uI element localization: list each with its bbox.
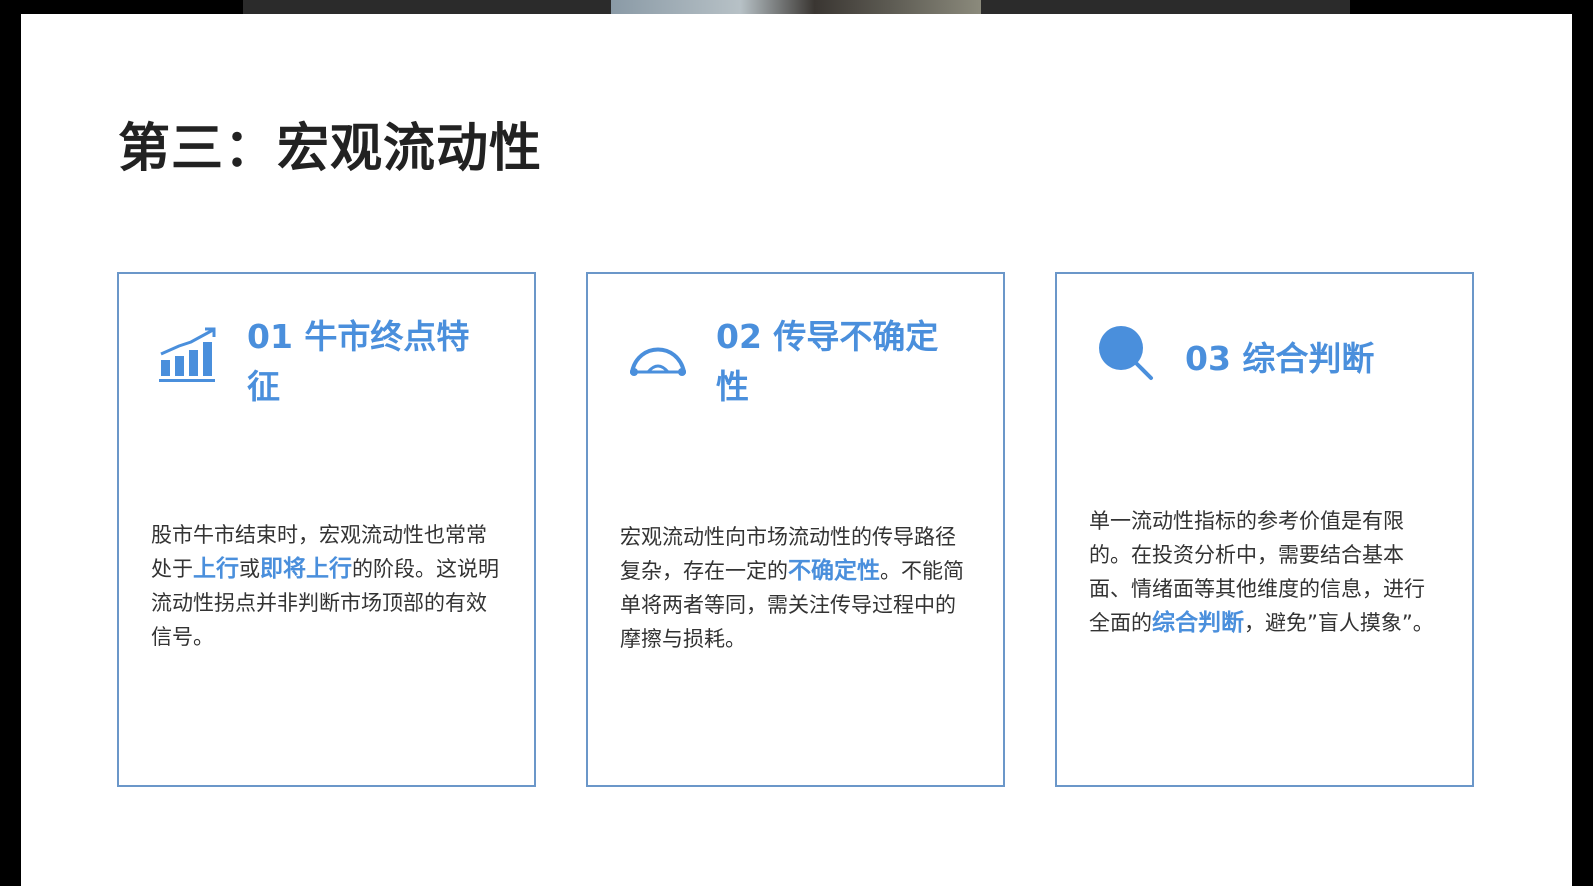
presenter-video-thumbnail[interactable]: [611, 0, 981, 14]
body-text: ，避免”盲人摸象”。: [1244, 611, 1434, 635]
highlight-text: 不确定性: [788, 558, 880, 584]
card-bull-market-end: 01 牛市终点特征 股市牛市结束时，宏观流动性也常常处于上行或即将上行的阶段。这…: [117, 272, 536, 787]
body-text: 或: [239, 557, 260, 581]
card-comprehensive-judgment: 03 综合判断 单一流动性指标的参考价值是有限的。在投资分析中，需要结合基本面、…: [1055, 272, 1474, 787]
presentation-slide: 第三：宏观流动性 01 牛市终点特征 股市牛市结束时，宏观流动性也常常处于上行或…: [21, 14, 1572, 886]
highlight-text: 综合判断: [1152, 610, 1244, 636]
bridge-path-icon: [630, 347, 686, 376]
card-heading: 01 牛市终点特征: [247, 317, 470, 406]
window-top-bar: [0, 0, 1593, 14]
magnifier-icon: [1099, 326, 1153, 380]
highlight-text: 即将上行: [260, 556, 352, 582]
card-transmission-uncertainty: 02 传导不确定性 宏观流动性向市场流动性的传导路径复杂，存在一定的不确定性。不…: [586, 272, 1005, 787]
bar-chart-growth-icon: [159, 327, 216, 382]
card-body-text: 单一流动性指标的参考价值是有限的。在投资分析中，需要结合基本面、情绪面等其他维度…: [1089, 504, 1439, 640]
card-heading: 03 综合判断: [1185, 339, 1375, 378]
card-body-text: 宏观流动性向市场流动性的传导路径复杂，存在一定的不确定性。不能简单将两者等同，需…: [620, 520, 970, 656]
card-body-text: 股市牛市结束时，宏观流动性也常常处于上行或即将上行的阶段。这说明流动性拐点并非判…: [151, 518, 501, 654]
right-edge-bar: [1572, 14, 1593, 886]
slide-title: 第三：宏观流动性: [118, 119, 543, 179]
highlight-text: 上行: [193, 556, 239, 582]
card-heading: 02 传导不确定性: [716, 317, 939, 406]
